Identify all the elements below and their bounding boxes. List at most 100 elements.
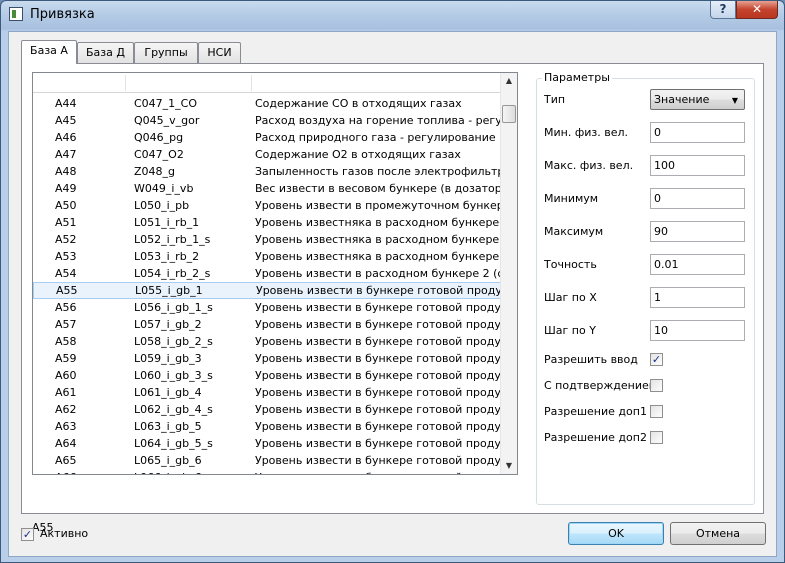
list-item-id: A65 [55, 454, 77, 467]
list-item-description: Уровень известняка в расходном бункере 1 [255, 216, 503, 229]
list-item-description: Уровень извести в бункере готовой продук… [255, 301, 503, 314]
perm1-checkbox[interactable] [650, 405, 663, 418]
list-item[interactable]: A56 L056_i_gb_1_s Уровень извести в бункер… [33, 299, 503, 316]
scroll-down-icon[interactable]: ▼ [501, 458, 517, 474]
tab-base-a[interactable]: База А [21, 40, 77, 64]
list-item-description: Уровень извести в бункере готовой продук… [255, 437, 503, 450]
list-item[interactable]: A48 Z048_g Запыленность газов после электр… [33, 163, 503, 180]
list-item-description: Уровень извести в бункере готовой продук… [255, 420, 503, 433]
perm2-label: Разрешение доп2 [544, 431, 647, 444]
close-button[interactable]: ✕ [736, 1, 778, 19]
max-phys-input[interactable]: 100 [650, 155, 745, 176]
list-item[interactable]: A49 W049_i_vb Вес извести в весовом бункер… [33, 180, 503, 197]
list-item-description: Уровень извести в бункере готовой продук… [255, 454, 503, 467]
list-item[interactable]: A66 L066_i_gb_6_s Уровень извести в бункер… [33, 469, 503, 474]
list-item[interactable]: A63 L063_i_gb_5 Уровень извести в бункере … [33, 418, 503, 435]
list-header [33, 73, 503, 93]
list-item[interactable]: A45 Q045_v_gor Расход воздуха на горение т… [33, 112, 503, 129]
list-item[interactable]: A50 L050_i_pb Уровень извести в промежуточ… [33, 197, 503, 214]
allow-input-checkbox[interactable]: ✓ [650, 353, 663, 366]
ok-button[interactable]: OK [568, 522, 664, 545]
list-item[interactable]: A53 L053_i_rb_2 Уровень известняка в расхо… [33, 248, 503, 265]
max-label: Максимум [544, 225, 604, 238]
list-item[interactable]: A61 L061_i_gb_4 Уровень извести в бункере … [33, 384, 503, 401]
dialog-client: База А База Д Группы НСИ A44 C047_1_CO Сод… [8, 31, 777, 557]
list-item-id: A62 [55, 403, 77, 416]
scroll-thumb[interactable] [502, 105, 516, 123]
chevron-down-icon: ▼ [731, 96, 738, 105]
list-item-id: A44 [55, 97, 77, 110]
list-item-code: L059_i_gb_3 [134, 352, 202, 365]
list-item-id: A66 [55, 469, 125, 474]
step-y-input[interactable]: 10 [650, 320, 745, 341]
min-input[interactable]: 0 [650, 188, 745, 209]
list-item-code: L054_i_rb_2_s [134, 267, 211, 280]
step-x-label: Шаг по X [544, 291, 597, 304]
tab-nsi[interactable]: НСИ [198, 42, 241, 63]
list-item[interactable]: A57 L057_i_gb_2 Уровень извести в бункере … [33, 316, 503, 333]
list-item-description: Уровень извести в бункере готовой продук… [255, 469, 503, 474]
list-item[interactable]: A62 L062_i_gb_4_s Уровень извести в бункер… [33, 401, 503, 418]
list-item[interactable]: A60 L060_i_gb_3_s Уровень извести в бункер… [33, 367, 503, 384]
column-divider[interactable] [251, 75, 252, 91]
list-item-description: Расход воздуха на горение топлива - регу… [255, 114, 503, 127]
column-divider[interactable] [125, 75, 126, 91]
help-button[interactable]: ? [710, 1, 736, 19]
list-item-code: L065_i_gb_6 [134, 454, 202, 467]
tab-groups[interactable]: Группы [134, 42, 198, 63]
list-item-description: Уровень извести в бункере готовой продук… [255, 403, 503, 416]
list-item-code: L053_i_rb_2 [134, 250, 200, 263]
scroll-up-icon[interactable]: ▲ [501, 73, 517, 89]
min-phys-input[interactable]: 0 [650, 122, 745, 143]
list-item[interactable]: A54 L054_i_rb_2_s Уровень извести в расход… [33, 265, 503, 282]
list-item-id: A59 [55, 352, 77, 365]
max-phys-label: Макс. физ. вел. [544, 159, 634, 172]
tab-base-d[interactable]: База Д [77, 42, 134, 63]
list-item-id: A57 [55, 318, 77, 331]
cancel-button[interactable]: Отмена [670, 522, 766, 545]
list-item[interactable]: A46 Q046_pg Расход природного газа - регул… [33, 129, 503, 146]
list-item-code: W049_i_vb [134, 182, 194, 195]
list-item-description: Уровень извести в бункере готовой продук… [255, 386, 503, 399]
signal-list[interactable]: A44 C047_1_CO Содержание CO в отходящих га… [32, 72, 518, 475]
list-item-id: A48 [55, 165, 77, 178]
list-item[interactable]: A52 L052_i_rb_1_s Уровень известняка в рас… [33, 231, 503, 248]
list-item[interactable]: A55 L055_i_gb_1 Уровень извести в бункере … [33, 282, 504, 299]
list-item[interactable]: A47 C047_O2 Содержание O2 в отходящих газа… [33, 146, 503, 163]
type-select[interactable]: Значение ▼ [650, 89, 745, 110]
list-item-code: Q046_pg [134, 131, 184, 144]
confirm-checkbox[interactable] [650, 379, 663, 392]
list-item-description: Содержание CO в отходящих газах [255, 97, 462, 110]
list-item-description: Уровень извести в бункере готовой продук… [255, 335, 503, 348]
list-item[interactable]: A65 L065_i_gb_6 Уровень извести в бункере … [33, 452, 503, 469]
list-item-code: Z048_g [134, 165, 176, 178]
list-item-description: Уровень извести в бункере готовой продук… [255, 352, 503, 365]
list-item[interactable]: A51 L051_i_rb_1 Уровень известняка в расхо… [33, 214, 503, 231]
list-item-code: L052_i_rb_1_s [134, 233, 211, 246]
list-item-code: C047_O2 [134, 148, 184, 161]
dialog-window: Привязка ? ✕ База А База Д Группы НСИ A4… [0, 0, 785, 563]
list-item-code: L055_i_gb_1 [135, 284, 203, 297]
list-item[interactable]: A44 C047_1_CO Содержание CO в отходящих га… [33, 95, 503, 112]
window-title: Привязка [30, 7, 95, 22]
list-item-description: Вес извести в весовом бункере (в дозатор… [255, 182, 503, 195]
list-item-description: Уровень известняка в расходном бункере 2 [255, 250, 503, 263]
list-item-code: L060_i_gb_3_s [134, 369, 213, 382]
step-x-input[interactable]: 1 [650, 287, 745, 308]
list-item[interactable]: A64 L064_i_gb_5_s Уровень извести в бункер… [33, 435, 503, 452]
title-bar[interactable]: Привязка ? ✕ [1, 1, 784, 29]
step-y-label: Шаг по Y [544, 324, 596, 337]
list-item[interactable]: A59 L059_i_gb_3 Уровень извести в бункере … [33, 350, 503, 367]
list-item-code: Q045_v_gor [134, 114, 200, 127]
perm2-checkbox[interactable] [650, 431, 663, 444]
min-label: Минимум [544, 192, 599, 205]
vertical-scrollbar[interactable]: ▲ ▼ [500, 73, 517, 474]
list-item-id: A55 [56, 284, 78, 297]
list-item[interactable]: A58 L058_i_gb_2_s Уровень извести в бункер… [33, 333, 503, 350]
params-group-title: Параметры [542, 71, 612, 84]
active-checkbox[interactable]: ✓ [21, 528, 34, 541]
max-input[interactable]: 90 [650, 221, 745, 242]
list-item-description: Уровень извести в бункере готовой продук… [256, 284, 504, 297]
precision-input[interactable]: 0.01 [650, 254, 745, 275]
list-item-code: L056_i_gb_1_s [134, 301, 213, 314]
